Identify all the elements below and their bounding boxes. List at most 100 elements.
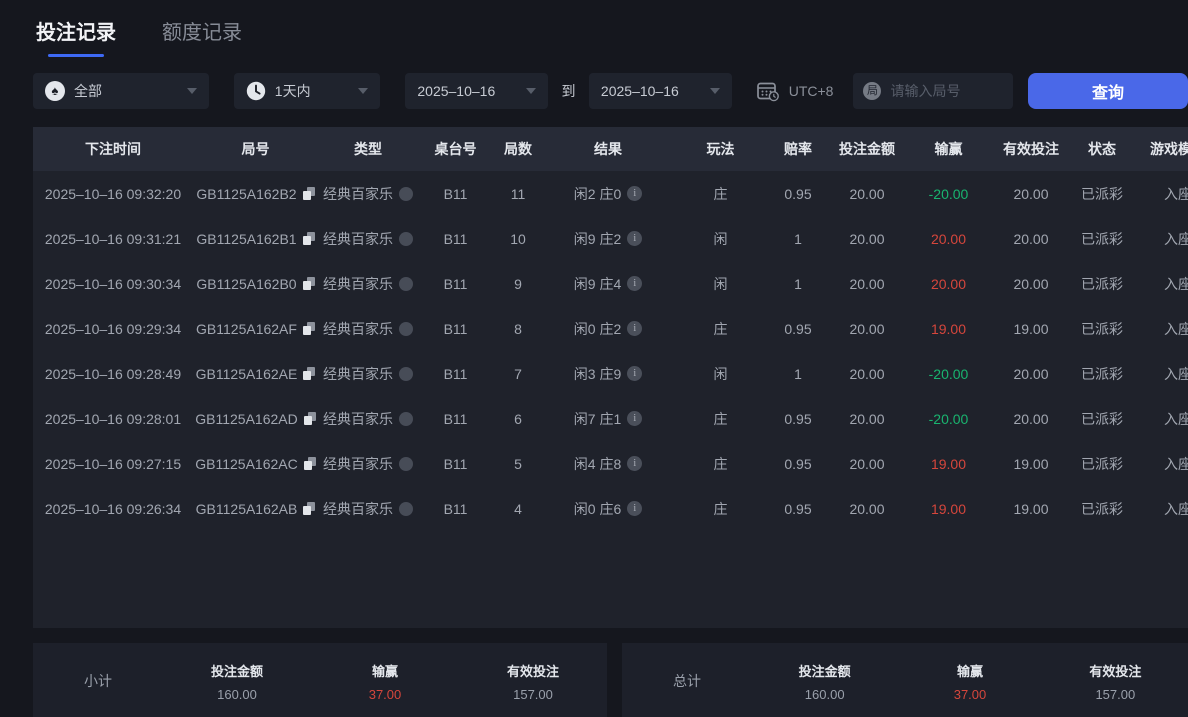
subtotal-valid-bet: 有效投注 157.00 [506, 663, 559, 702]
cell-valid: 20.00 [1013, 410, 1049, 427]
cell-time: 2025–10–16 09:28:01 [44, 410, 182, 427]
cell-winloss: 20.00 [930, 230, 967, 247]
cell-valid: 19.00 [1013, 320, 1049, 337]
total-bet-amount: 投注金额 160.00 [798, 663, 851, 702]
col-odds: 赔率 [784, 141, 812, 157]
cell-bet: 20.00 [849, 230, 885, 247]
game-type-select[interactable]: ♠ 全部 [33, 73, 209, 109]
time-range-select[interactable]: 1天内 [233, 73, 381, 109]
cell-bet: 20.00 [849, 410, 885, 427]
cell-mode: 入座 [1164, 410, 1188, 427]
info-icon[interactable]: i [627, 411, 643, 426]
copy-icon[interactable] [302, 322, 315, 335]
date-from-select[interactable]: 2025–10–16 [405, 73, 549, 109]
bet-records-table-wrap: 下注时间 局号 类型 桌台号 局数 结果 玩法 赔率 投注金额 输赢 有效投注 状态 游戏模式 2025… [33, 127, 1188, 628]
info-icon[interactable]: i [627, 231, 643, 246]
filter-bar: ♠ 全部 1天内 2025–10–16 到 2025–10–16 UTC+8 局… [33, 73, 1188, 109]
date-to-select[interactable]: 2025–10–16 [588, 73, 732, 109]
cell-round_id: GB1125A162AC [193, 456, 318, 472]
info-icon[interactable]: i [627, 276, 643, 291]
table-row: 2025–10–16 09:32:20 GB1125A162B2 经典百家乐 B11 1… [33, 171, 1188, 216]
cell-status: 已派彩 [1081, 185, 1123, 202]
cell-winloss: 19.00 [930, 455, 967, 472]
copy-icon[interactable] [302, 232, 315, 245]
copy-icon[interactable] [303, 457, 316, 470]
game-type-icon [399, 276, 413, 291]
cell-odds: 0.95 [784, 320, 812, 337]
table-row: 2025–10–16 09:26:34 GB1125A162AB 经典百家乐 B11 4… [33, 486, 1188, 531]
cell-play: 闲 [713, 365, 728, 382]
cell-round_no: 5 [514, 455, 522, 472]
col-result: 结果 [594, 141, 622, 157]
cell-round_no: 8 [514, 320, 522, 337]
table-row: 2025–10–16 09:28:01 GB1125A162AD 经典百家乐 B11 6… [33, 396, 1188, 441]
cell-valid: 19.00 [1013, 500, 1049, 517]
total-panel: 总计 投注金额 160.00 输赢 37.00 有效投注 157.00 [622, 643, 1188, 717]
cell-result: 闲0 庄6 i [543, 499, 673, 519]
cell-result: 闲2 庄0 i [543, 184, 673, 204]
tab-quota-records[interactable]: 额度记录 [162, 16, 242, 57]
col-play: 玩法 [706, 141, 735, 157]
cell-round_no: 6 [514, 410, 522, 427]
cell-play: 庄 [713, 455, 728, 472]
cell-play: 庄 [713, 320, 728, 337]
cell-play: 庄 [713, 500, 728, 517]
cell-result: 闲0 庄2 i [543, 319, 673, 339]
info-icon[interactable]: i [627, 366, 643, 381]
copy-icon[interactable] [302, 187, 315, 200]
col-time: 下注时间 [85, 141, 141, 157]
cell-table_no: B11 [443, 320, 468, 337]
query-button[interactable]: 查询 [1028, 73, 1188, 109]
cell-time: 2025–10–16 09:32:20 [44, 185, 182, 202]
cell-valid: 20.00 [1013, 185, 1049, 202]
col-winloss: 输赢 [934, 141, 963, 157]
info-icon[interactable]: i [627, 456, 643, 471]
game-type-icon [399, 366, 413, 381]
round-number-input[interactable] [890, 83, 1003, 99]
cell-time: 2025–10–16 09:30:34 [44, 275, 182, 292]
cell-odds: 0.95 [784, 410, 812, 427]
cell-type: 经典百家乐 [318, 409, 418, 429]
cell-odds: 0.95 [784, 500, 812, 517]
table-row: 2025–10–16 09:30:34 GB1125A162B0 经典百家乐 B11 9… [33, 261, 1188, 306]
cell-bet: 20.00 [849, 365, 885, 382]
chevron-down-icon [358, 88, 369, 94]
cell-table_no: B11 [443, 500, 468, 517]
cell-round_no: 9 [514, 275, 522, 292]
cell-round_no: 11 [510, 185, 526, 202]
clock-icon [246, 81, 266, 101]
cell-status: 已派彩 [1081, 365, 1123, 382]
bet-records-table: 下注时间 局号 类型 桌台号 局数 结果 玩法 赔率 投注金额 输赢 有效投注 状态 游戏模式 2025… [33, 127, 1188, 628]
table-body: 2025–10–16 09:32:20 GB1125A162B2 经典百家乐 B11 1… [33, 171, 1188, 531]
timezone-value: UTC+8 [788, 83, 834, 99]
total-valid-bet: 有效投注 157.00 [1089, 663, 1142, 702]
cell-type: 经典百家乐 [318, 319, 418, 339]
tab-bet-records[interactable]: 投注记录 [36, 16, 116, 57]
table-row: 2025–10–16 09:31:21 GB1125A162B1 经典百家乐 B11 1… [33, 216, 1188, 261]
date-to-label: 到 [561, 83, 576, 99]
cell-play: 庄 [713, 410, 728, 427]
cell-play: 闲 [713, 275, 728, 292]
cell-mode: 入座 [1164, 500, 1188, 517]
copy-icon[interactable] [303, 502, 316, 515]
info-icon[interactable]: i [627, 186, 643, 201]
cell-bet: 20.00 [849, 275, 885, 292]
total-winloss: 输赢 37.00 [953, 663, 987, 702]
cell-result: 闲7 庄1 i [543, 409, 673, 429]
copy-icon[interactable] [303, 412, 316, 425]
cell-time: 2025–10–16 09:29:34 [44, 320, 182, 337]
copy-icon[interactable] [302, 277, 315, 290]
table-row: 2025–10–16 09:29:34 GB1125A162AF 经典百家乐 B11 8… [33, 306, 1188, 351]
cell-round_no: 4 [514, 500, 522, 517]
cell-result: 闲9 庄2 i [543, 229, 673, 249]
info-icon[interactable]: i [627, 501, 643, 516]
cell-table_no: B11 [443, 275, 468, 292]
cell-winloss: 19.00 [930, 500, 967, 517]
cell-bet: 20.00 [849, 320, 885, 337]
copy-icon[interactable] [303, 367, 316, 380]
cell-result: 闲9 庄4 i [543, 274, 673, 294]
cell-round_id: GB1125A162AD [193, 411, 318, 427]
col-round_id: 局号 [241, 141, 270, 157]
info-icon[interactable]: i [627, 321, 643, 336]
cell-odds: 1 [794, 230, 802, 247]
